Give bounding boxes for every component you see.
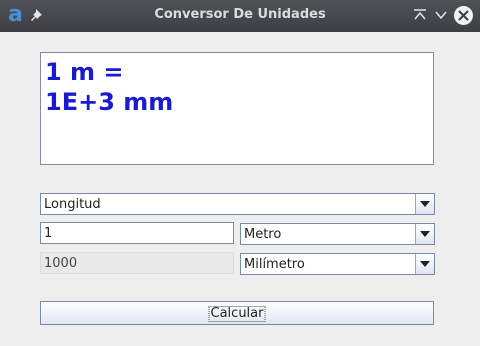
to-unit-select-value: Milímetro bbox=[244, 257, 305, 272]
chevron-down-icon[interactable] bbox=[415, 194, 434, 214]
chevron-down-icon[interactable] bbox=[415, 224, 434, 244]
result-line-target: 1E+3 mm bbox=[45, 88, 174, 116]
from-unit-select[interactable]: Metro bbox=[240, 223, 435, 245]
title-bar: a Conversor De Unidades bbox=[0, 0, 480, 32]
window-title: Conversor De Unidades bbox=[154, 7, 326, 22]
category-select-value: Longitud bbox=[44, 197, 101, 212]
from-unit-select-value: Metro bbox=[244, 227, 282, 242]
result-line-source: 1 m = bbox=[45, 58, 124, 86]
calculate-button-label: Calcular bbox=[208, 306, 266, 322]
result-display: 1 m = 1E+3 mm bbox=[40, 52, 434, 165]
result-output-field: 1000 bbox=[40, 252, 234, 274]
maximize-icon[interactable] bbox=[412, 7, 428, 23]
category-select[interactable]: Longitud bbox=[40, 193, 435, 215]
calculate-button[interactable]: Calcular bbox=[40, 301, 434, 325]
chevron-down-icon[interactable] bbox=[415, 254, 434, 274]
close-icon[interactable] bbox=[454, 6, 473, 25]
to-unit-select[interactable]: Milímetro bbox=[240, 253, 435, 275]
minimize-icon[interactable] bbox=[433, 7, 449, 23]
value-input[interactable]: 1 bbox=[40, 222, 234, 244]
